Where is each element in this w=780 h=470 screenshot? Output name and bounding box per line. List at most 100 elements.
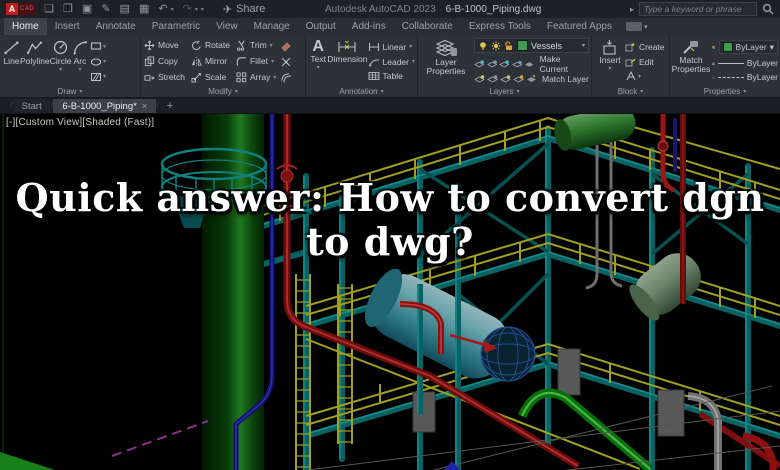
ribbon-tab-addins[interactable]: Add-ins [344, 18, 394, 35]
save-icon[interactable]: ▣ [82, 0, 92, 18]
ribbon-tab-express-tools[interactable]: Express Tools [461, 18, 539, 35]
search-icon[interactable] [762, 3, 774, 15]
viewport-controls[interactable]: [-][Custom View][Shaded (Fast)] [6, 117, 154, 128]
modify-tool-scale[interactable]: Scale [191, 72, 230, 83]
search-input[interactable] [639, 2, 757, 16]
modify-tool-rotate[interactable]: Rotate [191, 40, 230, 51]
properties-tool-match[interactable]: Match Properties [672, 37, 710, 86]
fillet-icon [236, 56, 246, 66]
layer-thaw-tool-icon[interactable] [487, 74, 498, 84]
annotation-tool-dimension[interactable]: Dimension [327, 37, 368, 86]
ribbon-display-icon [625, 22, 642, 31]
object-color-value: ByLayer [735, 42, 767, 53]
ribbon-tab-view[interactable]: View [208, 18, 246, 35]
draw-tool-circle[interactable]: Circle ▾ [50, 37, 72, 86]
modify-tool-stretch[interactable]: Stretch [144, 72, 185, 83]
ribbon-display-toggle[interactable]: ▾ [625, 18, 647, 35]
modify-tool-fillet[interactable]: Fillet ▾ [236, 56, 276, 67]
panel-draw-footer[interactable]: Draw ▾ [0, 86, 140, 97]
redo-icon[interactable]: ↷ [183, 0, 192, 18]
autocad-logo[interactable]: A CAD [6, 3, 37, 15]
ribbon-tab-featured-apps[interactable]: Featured Apps [539, 18, 620, 35]
search-expand-icon[interactable]: ▸ [630, 5, 634, 14]
modify-tool-array[interactable]: Array ▾ [236, 71, 276, 83]
explode-tool[interactable] [280, 56, 292, 68]
ribbon-tab-home[interactable]: Home [4, 18, 47, 35]
block-tool-create[interactable]: Create [625, 42, 665, 52]
match-layer-icon[interactable] [526, 74, 537, 84]
customize-quick-access-icon[interactable]: ▾ [201, 6, 204, 13]
modify-tool-trim[interactable]: Trim ▾ [236, 40, 276, 51]
ellipse-tool[interactable]: ▾ [90, 56, 106, 68]
plot-icon[interactable]: ▤ [120, 0, 130, 18]
ribbon-tab-output[interactable]: Output [298, 18, 344, 35]
erase-tool[interactable] [280, 40, 292, 52]
modify-tool-move[interactable]: Move [144, 40, 185, 51]
block-tool-insert[interactable]: Insert ▾ [595, 37, 625, 86]
close-tab-icon[interactable]: × [142, 101, 147, 111]
redo-caret-icon[interactable]: ▾ [195, 6, 198, 13]
make-current-icon[interactable] [524, 59, 535, 69]
share-button[interactable]: ✈ Share [223, 3, 266, 16]
new-tab-button[interactable]: + [159, 99, 181, 113]
trim-icon [237, 40, 245, 51]
annotation-tool-linear[interactable]: Linear ▾ [368, 42, 415, 52]
modify-tool-copy[interactable]: Copy [144, 55, 185, 67]
layers-tool-layer-properties[interactable]: Layer Properties [421, 37, 471, 86]
draw-panel-caret-icon: ▾ [79, 89, 83, 95]
viewport-3d-model[interactable] [0, 114, 780, 470]
panel-modify-footer[interactable]: Modify ▾ [141, 86, 305, 97]
open-file-icon[interactable]: ❐ [63, 0, 73, 18]
save-as-icon[interactable]: ✎ [101, 0, 110, 18]
draw-tool-polyline[interactable]: Polyline [20, 37, 50, 86]
ribbon-tab-parametric[interactable]: Parametric [144, 18, 208, 35]
layer-off-tool-icon[interactable] [474, 74, 485, 84]
file-tab-document-label: 6-B-1000_Piping* [62, 100, 137, 112]
hatch-tool[interactable]: ▾ [90, 71, 106, 83]
layer-freeze-tool-icon[interactable] [499, 59, 510, 69]
ribbon-tab-manage[interactable]: Manage [246, 18, 298, 35]
rectangle-tool[interactable]: ▾ [90, 40, 106, 52]
draw-tool-arc[interactable]: Arc ▾ [72, 37, 89, 86]
layer-row-match-layer: Match Layer [474, 74, 589, 84]
undo-caret-icon[interactable]: ▾ [171, 6, 174, 13]
layer-walk-tool-icon[interactable] [513, 74, 524, 84]
offset-tool[interactable] [280, 71, 292, 83]
file-tab-start[interactable]: Start [12, 99, 51, 113]
layer-lock-tool-icon[interactable] [511, 59, 523, 69]
layer-dropdown[interactable]: Vessels ▾ [474, 38, 589, 53]
block-tool-edit[interactable]: Edit [625, 57, 665, 67]
ribbon-tab-insert[interactable]: Insert [47, 18, 88, 35]
undo-icon[interactable]: ↶ [158, 0, 167, 18]
make-current-label[interactable]: Make Current [540, 54, 589, 74]
new-file-icon[interactable]: ❏ [44, 0, 54, 18]
panel-layers-footer[interactable]: Layers ▾ [418, 86, 591, 97]
print-icon[interactable]: ▦ [139, 0, 149, 18]
panel-draw: Line Polyline Circle ▾ Arc ▾ ▾ ▾ ▾ Draw … [0, 35, 141, 97]
modify-tool-mirror[interactable]: Mirror [191, 56, 230, 67]
title-bar: A CAD ❏ ❐ ▣ ✎ ▤ ▦ ↶ ▾ ↷ ▾ ▾ ✈ Share Autode… [0, 0, 780, 18]
panel-annotation-footer[interactable]: Annotation ▾ [306, 86, 417, 97]
annotation-tool-table[interactable]: Table [368, 71, 415, 81]
panel-layers: Layer Properties Vessels ▾ Make Current … [418, 35, 592, 97]
layer-unlock-tool-icon[interactable] [500, 74, 511, 84]
mirror-icon [191, 56, 202, 66]
object-color-dropdown[interactable]: ByLayer ▾ [718, 40, 778, 55]
panel-properties-footer[interactable]: Properties ▾ [670, 86, 780, 97]
layer-unisolate-icon[interactable] [486, 59, 498, 69]
block-attribute-tool[interactable]: ▾ [625, 71, 665, 81]
ribbon-tab-annotate[interactable]: Annotate [88, 18, 144, 35]
ribbon-tab-collaborate[interactable]: Collaborate [394, 18, 461, 35]
scale-icon [191, 72, 202, 83]
panel-block-footer[interactable]: Block ▾ [592, 86, 669, 97]
annotation-tool-text[interactable]: A Text ▾ [309, 37, 327, 86]
file-tab-document[interactable]: 6-B-1000_Piping* × [53, 99, 157, 113]
linetype-row[interactable]: ByLayer [712, 72, 778, 83]
layer-isolate-icon[interactable] [474, 59, 485, 69]
match-layer-label[interactable]: Match Layer [542, 74, 589, 84]
object-color-swatch [722, 42, 733, 53]
lineweight-row[interactable]: ByLayer [712, 58, 778, 69]
draw-tool-line[interactable]: Line [3, 37, 20, 86]
annotation-tool-leader[interactable]: Leader ▾ [368, 57, 415, 67]
modify-panel-caret-icon: ▾ [234, 89, 238, 95]
